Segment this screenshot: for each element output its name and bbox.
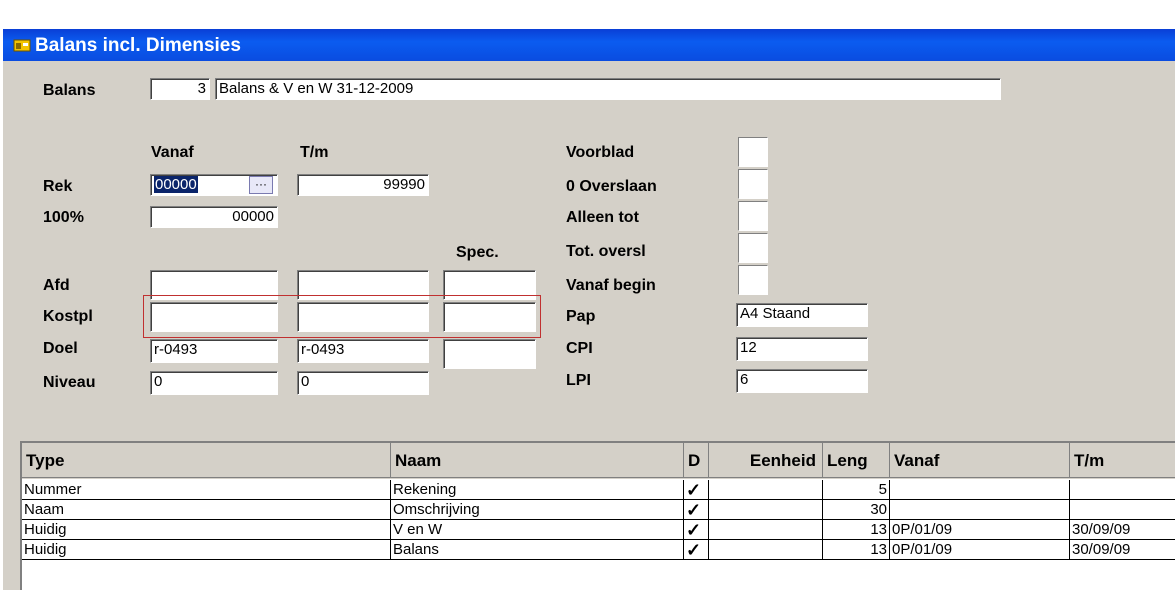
cpi-label: CPI: [566, 340, 593, 357]
rek-tm-field[interactable]: 99990: [297, 174, 429, 196]
cell-d[interactable]: ✓: [684, 500, 709, 520]
fields-table[interactable]: Type Naam D Eenheid Leng Vanaf T/m Numme…: [20, 441, 1175, 590]
col-header-leng[interactable]: Leng: [823, 443, 890, 478]
doel-tm-field[interactable]: r-0493: [297, 339, 429, 363]
overslaan-label: 0 Overslaan: [566, 178, 657, 195]
tm-header: T/m: [300, 144, 329, 161]
cpi-field[interactable]: 12: [736, 337, 868, 361]
balans-number-field[interactable]: 3: [150, 78, 210, 100]
cell-naam[interactable]: Rekening: [391, 480, 684, 500]
cell-eenheid[interactable]: [709, 480, 823, 500]
col-header-d[interactable]: D: [684, 443, 709, 478]
pap-field[interactable]: A4 Staand: [736, 303, 868, 327]
doel-label: Doel: [43, 340, 78, 357]
alleen-tot-label: Alleen tot: [566, 209, 639, 226]
cell-type[interactable]: Nummer: [22, 480, 391, 500]
cell-eenheid[interactable]: [709, 520, 823, 540]
cell-tm[interactable]: 30/09/09: [1070, 520, 1175, 540]
cell-type[interactable]: Huidig: [22, 540, 391, 560]
cell-leng[interactable]: 5: [823, 480, 890, 500]
window-top-strip: [3, 3, 1175, 29]
afd-label: Afd: [43, 277, 70, 294]
vanaf-begin-label: Vanaf begin: [566, 277, 656, 294]
overslaan-checkbox[interactable]: [738, 169, 768, 199]
cell-eenheid[interactable]: [709, 500, 823, 520]
rek-label: Rek: [43, 178, 73, 195]
cell-naam[interactable]: V en W: [391, 520, 684, 540]
pap-label: Pap: [566, 308, 596, 325]
rek-vanaf-value: 00000: [154, 176, 198, 193]
col-header-eenheid[interactable]: Eenheid: [709, 443, 823, 478]
cell-tm[interactable]: 30/09/09: [1070, 540, 1175, 560]
vanaf-begin-checkbox[interactable]: [738, 265, 768, 295]
cell-type[interactable]: Huidig: [22, 520, 391, 540]
kostpl-label: Kostpl: [43, 308, 93, 325]
spec-header: Spec.: [456, 244, 499, 261]
niveau-vanaf-field[interactable]: 0: [150, 371, 278, 395]
niveau-tm-field[interactable]: 0: [297, 371, 429, 395]
pct-label: 100%: [43, 209, 84, 226]
col-header-naam[interactable]: Naam: [391, 443, 684, 478]
cell-naam[interactable]: Balans: [391, 540, 684, 560]
cell-tm[interactable]: [1070, 500, 1175, 520]
cell-eenheid[interactable]: [709, 540, 823, 560]
cell-d[interactable]: ✓: [684, 480, 709, 500]
cell-vanaf[interactable]: [890, 480, 1070, 500]
lpi-field[interactable]: 6: [736, 369, 868, 393]
cell-leng[interactable]: 13: [823, 520, 890, 540]
col-header-vanaf[interactable]: Vanaf: [890, 443, 1070, 478]
cell-vanaf[interactable]: 0P/01/09: [890, 520, 1070, 540]
vanaf-header: Vanaf: [151, 144, 194, 161]
cell-tm[interactable]: [1070, 480, 1175, 500]
lpi-label: LPI: [566, 372, 591, 389]
cell-d[interactable]: ✓: [684, 520, 709, 540]
kostpl-highlight-box: [143, 295, 541, 338]
cell-vanaf[interactable]: 0P/01/09: [890, 540, 1070, 560]
cell-naam[interactable]: Omschrijving: [391, 500, 684, 520]
cell-leng[interactable]: 30: [823, 500, 890, 520]
cell-vanaf[interactable]: [890, 500, 1070, 520]
alleen-tot-checkbox[interactable]: [738, 201, 768, 231]
balans-description-field[interactable]: Balans & V en W 31-12-2009: [215, 78, 1001, 100]
table-header: Type Naam D Eenheid Leng Vanaf T/m: [22, 443, 1175, 479]
doel-vanaf-field[interactable]: r-0493: [150, 339, 278, 363]
voorblad-checkbox[interactable]: [738, 137, 768, 167]
app-icon: [13, 39, 31, 52]
cell-type[interactable]: Naam: [22, 500, 391, 520]
doel-spec-field[interactable]: [443, 339, 536, 369]
niveau-label: Niveau: [43, 374, 96, 391]
col-header-tm[interactable]: T/m: [1070, 443, 1175, 478]
cell-leng[interactable]: 13: [823, 540, 890, 560]
rek-lookup-button[interactable]: ···: [249, 176, 273, 194]
tot-oversl-checkbox[interactable]: [738, 233, 768, 263]
pct-vanaf-field[interactable]: 00000: [150, 206, 278, 228]
cell-d[interactable]: ✓: [684, 540, 709, 560]
window-title: Balans incl. Dimensies: [35, 35, 241, 56]
balans-window: Balans incl. Dimensies Balans 3 Balans &…: [3, 3, 1175, 590]
tot-oversl-label: Tot. oversl: [566, 243, 646, 260]
balans-label: Balans: [43, 82, 96, 99]
col-header-type[interactable]: Type: [22, 443, 391, 478]
voorblad-label: Voorblad: [566, 144, 635, 161]
